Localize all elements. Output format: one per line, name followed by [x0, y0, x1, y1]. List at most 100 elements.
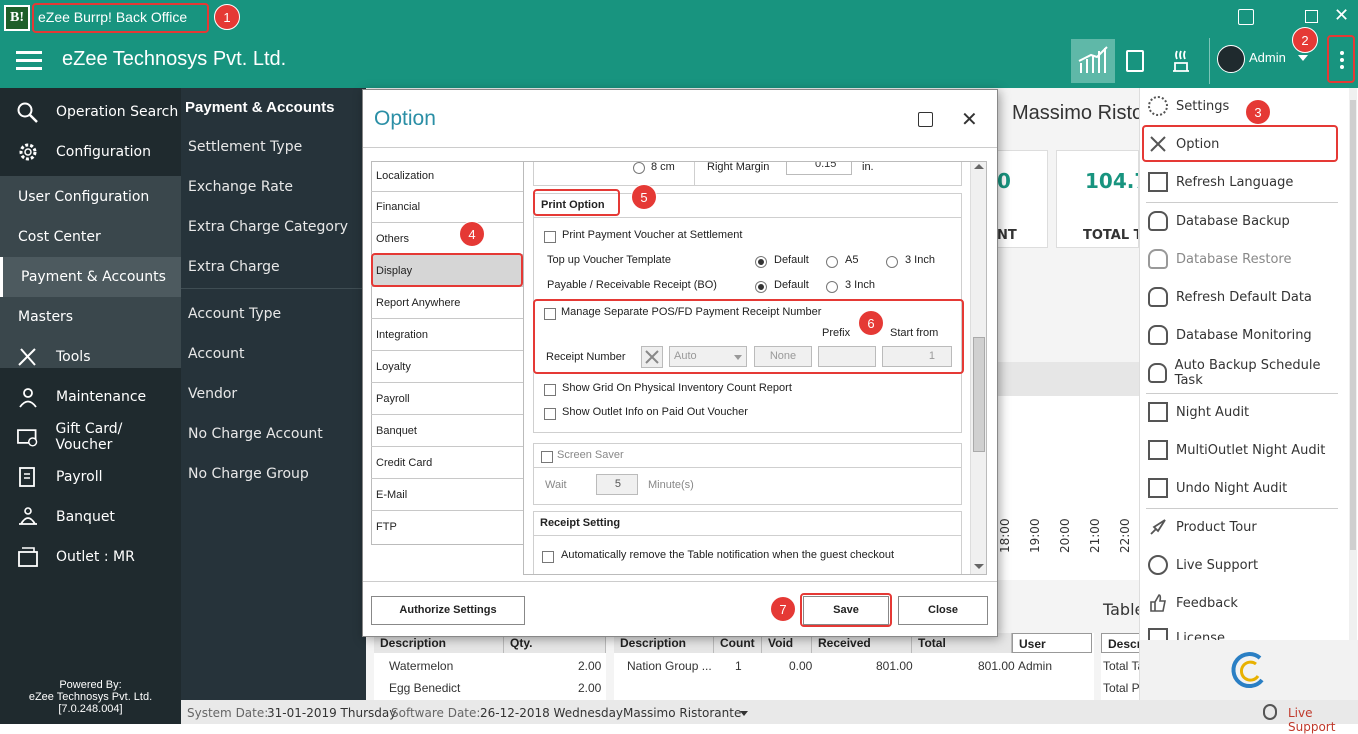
settings-scrollbar[interactable]: [970, 162, 986, 574]
receipt-settings-icon[interactable]: [641, 346, 663, 368]
payable-3inch-radio[interactable]: [826, 281, 838, 293]
manage-separate-receipt-checkbox[interactable]: [544, 308, 556, 320]
submenu-item[interactable]: Account Type: [188, 306, 281, 322]
live-support-icon[interactable]: [1263, 704, 1277, 720]
documents-icon[interactable]: [1126, 50, 1144, 72]
submenu-item[interactable]: No Charge Group: [188, 466, 309, 482]
dialog-close-icon[interactable]: ✕: [961, 107, 978, 131]
sidebar-item-outlet[interactable]: Outlet : MR: [0, 537, 181, 577]
submenu-item[interactable]: Settlement Type: [188, 139, 302, 155]
menu-item-refresh-language[interactable]: Refresh Language: [1148, 167, 1338, 197]
topup-default-radio[interactable]: [755, 256, 767, 268]
print-payment-voucher-checkbox[interactable]: [544, 231, 556, 243]
category-loyalty[interactable]: Loyalty: [371, 351, 524, 383]
restore-window-icon[interactable]: [1305, 10, 1318, 23]
sidebar-item-configuration[interactable]: Configuration: [0, 132, 181, 172]
topup-template-label: Top up Voucher Template: [547, 254, 671, 266]
top-bar: eZee Technosys Pvt. Ltd. Admin 2: [0, 27, 1358, 88]
dashboard-chart-button[interactable]: [1071, 39, 1115, 83]
start-from-input[interactable]: 1: [882, 346, 952, 367]
callout-box-save: [800, 593, 892, 627]
sidebar-item-payroll[interactable]: Payroll: [0, 457, 181, 497]
category-banquet[interactable]: Banquet: [371, 415, 524, 447]
user-avatar-icon[interactable]: [1217, 45, 1245, 73]
close-button[interactable]: Close: [898, 596, 988, 625]
submenu-item[interactable]: Account: [188, 346, 245, 362]
grid-cell: 2.00: [578, 659, 602, 673]
menu-item-live-support[interactable]: Live Support: [1148, 550, 1338, 580]
wait-input[interactable]: 5: [596, 474, 638, 495]
category-report-anywhere[interactable]: Report Anywhere: [371, 287, 524, 319]
sidebar-item-payment-accounts[interactable]: Payment & Accounts: [0, 257, 181, 297]
topup-3inch-radio[interactable]: [886, 256, 898, 268]
submenu-item[interactable]: Extra Charge: [188, 259, 280, 275]
show-outlet-checkbox[interactable]: [544, 408, 556, 420]
submenu-item[interactable]: Extra Charge Category: [188, 219, 348, 235]
paper-size-radio[interactable]: [633, 162, 645, 174]
menu-item-settings[interactable]: Settings: [1148, 91, 1338, 121]
menu-item-database-restore[interactable]: Database Restore: [1148, 244, 1338, 274]
right-margin-label: Right Margin: [707, 161, 770, 173]
menu-item-refresh-default-data[interactable]: Refresh Default Data: [1148, 282, 1338, 312]
live-support-link[interactable]: Live Support: [1288, 706, 1358, 734]
receipt-mode-dropdown-icon[interactable]: [734, 355, 742, 360]
menu-item-auto-backup[interactable]: Auto Backup Schedule Task: [1148, 358, 1338, 388]
language-icon[interactable]: [1238, 9, 1254, 25]
category-localization[interactable]: Localization: [371, 160, 524, 192]
category-integration[interactable]: Integration: [371, 319, 524, 351]
hour-axis-label: 18:00: [998, 518, 1012, 553]
sidebar-item-masters[interactable]: Masters: [0, 297, 181, 337]
category-others[interactable]: Others: [371, 223, 524, 255]
menu-item-undo-night-audit[interactable]: Undo Night Audit: [1148, 473, 1338, 503]
close-window-icon[interactable]: ✕: [1334, 6, 1352, 26]
submenu-panel: Payment & Accounts Settlement Type Excha…: [181, 88, 366, 700]
payable-default-radio[interactable]: [755, 281, 767, 293]
category-email[interactable]: E-Mail: [371, 479, 524, 511]
manage-separate-receipt-label: Manage Separate POS/FD Payment Receipt N…: [561, 306, 822, 318]
show-grid-checkbox[interactable]: [544, 384, 556, 396]
menu-item-database-backup[interactable]: Database Backup: [1148, 206, 1338, 236]
translate-icon[interactable]: [918, 112, 933, 127]
sidebar-item-user-configuration[interactable]: User Configuration: [0, 177, 181, 217]
auto-remove-checkbox[interactable]: [542, 551, 554, 563]
outlet-selector[interactable]: Massimo Ristorante: [623, 706, 741, 720]
stat-value: 104.7: [1085, 169, 1138, 193]
category-payroll[interactable]: Payroll: [371, 383, 524, 415]
sidebar-item-banquet[interactable]: Banquet: [0, 497, 181, 537]
authorize-settings-button[interactable]: Authorize Settings: [371, 596, 525, 625]
menu-scrollbar[interactable]: [1349, 88, 1357, 640]
user-dropdown-icon[interactable]: [1298, 55, 1308, 61]
outlet-icon: [18, 547, 38, 567]
sidebar-item-tools[interactable]: Tools: [0, 337, 181, 377]
maintenance-icon: [19, 388, 37, 408]
submenu-item[interactable]: No Charge Account: [188, 426, 323, 442]
prefix-input[interactable]: [818, 346, 876, 367]
system-date-label: System Date:: [187, 706, 269, 720]
sidebar-item-gift-card[interactable]: Gift Card/ Voucher: [0, 417, 181, 457]
kitchen-icon[interactable]: [1170, 49, 1192, 73]
sidebar-item-cost-center[interactable]: Cost Center: [0, 217, 181, 257]
hour-axis-label: 19:00: [1028, 518, 1042, 553]
category-ftp[interactable]: FTP: [371, 511, 524, 543]
stat-value-partial: 0: [997, 169, 1011, 193]
outlet-dropdown-icon[interactable]: [740, 711, 748, 716]
user-name[interactable]: Admin: [1249, 50, 1286, 65]
screen-saver-checkbox[interactable]: [541, 451, 553, 463]
menu-item-multioutlet-night-audit[interactable]: MultiOutlet Night Audit: [1148, 435, 1338, 465]
category-credit-card[interactable]: Credit Card: [371, 447, 524, 479]
menu-item-database-monitoring[interactable]: Database Monitoring: [1148, 320, 1338, 350]
submenu-item[interactable]: Vendor: [188, 386, 237, 402]
category-financial[interactable]: Financial: [371, 191, 524, 223]
receipt-none-button[interactable]: None: [754, 346, 812, 367]
topup-a5-radio[interactable]: [826, 256, 838, 268]
right-margin-input[interactable]: 0.15: [786, 162, 852, 175]
menu-item-night-audit[interactable]: Night Audit: [1148, 397, 1338, 427]
hamburger-menu-icon[interactable]: [16, 51, 42, 71]
submenu-item[interactable]: Exchange Rate: [188, 179, 293, 195]
sidebar-item-maintenance[interactable]: Maintenance: [0, 377, 181, 417]
sidebar-item-operation-search[interactable]: Operation Search: [0, 92, 181, 132]
menu-item-feedback[interactable]: Feedback: [1148, 588, 1338, 618]
sidebar-item-label: Tools: [56, 349, 91, 365]
tools-icon: [18, 348, 36, 366]
menu-item-product-tour[interactable]: Product Tour: [1148, 512, 1338, 542]
